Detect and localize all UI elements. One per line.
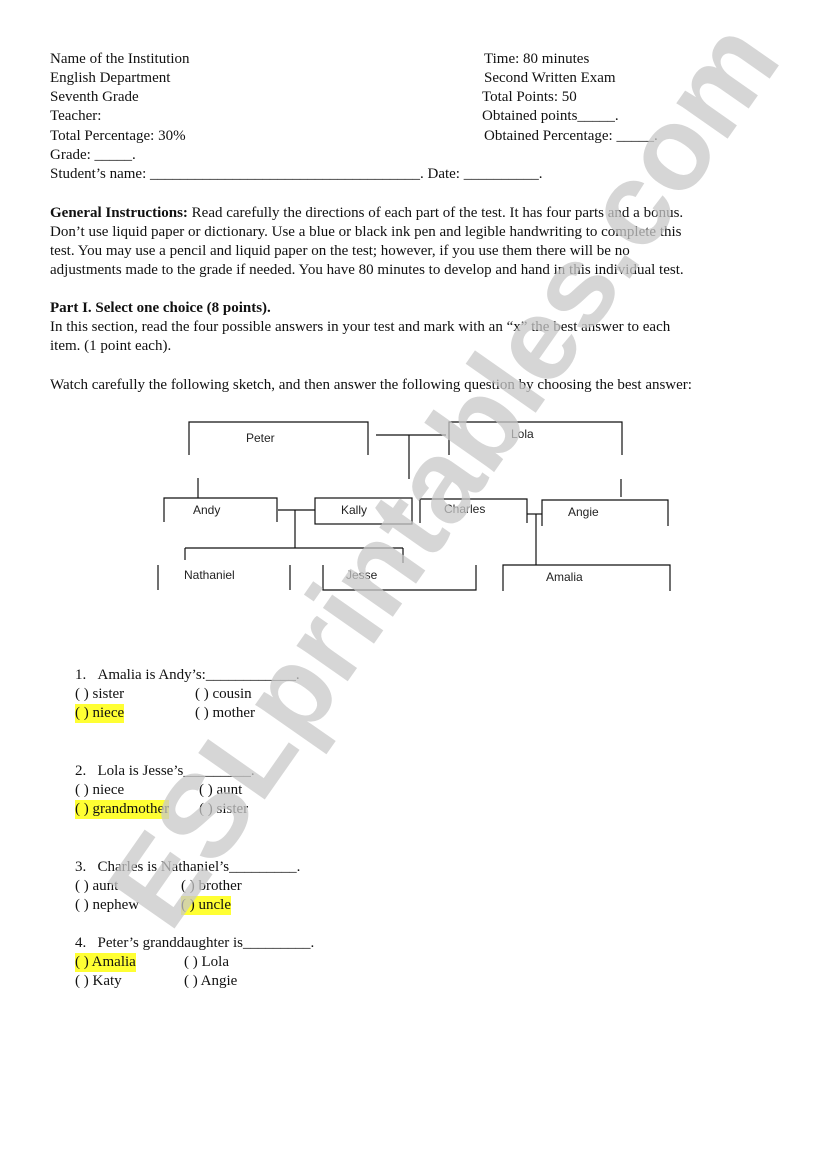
amalia-box [502, 564, 671, 591]
angie-box [541, 499, 669, 526]
tree-label-angie: Angie [568, 505, 599, 519]
tree-label-andy: Andy [193, 503, 220, 517]
q4-option-angie[interactable]: ( ) Angie [184, 972, 237, 991]
q4-option-amalia[interactable]: ( ) Amalia [75, 953, 136, 972]
tree-label-kally: Kally [341, 503, 367, 517]
q2-option-aunt[interactable]: ( ) aunt [199, 781, 242, 800]
q1-option-mother[interactable]: ( ) mother [195, 704, 255, 723]
q3-option-brother[interactable]: ( ) brother [181, 877, 242, 896]
q3-option-uncle[interactable]: ( ) uncle [181, 896, 231, 915]
q1-option-niece[interactable]: ( ) niece [75, 704, 125, 723]
q3-option-aunt[interactable]: ( ) aunt [75, 877, 118, 896]
question-2: 2. Lola is Jesse’s_________. [75, 763, 255, 779]
tree-label-jesse: Jesse [346, 568, 378, 582]
tree-label-charles: Charles [444, 502, 485, 516]
q2-option-grandmother[interactable]: ( ) grandmother [75, 800, 170, 819]
q4-option-lola[interactable]: ( ) Lola [184, 953, 229, 972]
q2-option-sister[interactable]: ( ) sister [199, 800, 248, 819]
peter-box [188, 421, 369, 455]
tree-label-lola: Lola [511, 427, 534, 441]
tree-label-amalia: Amalia [546, 570, 583, 584]
question-4: 4. Peter’s granddaughter is_________. [75, 935, 315, 951]
question-1: 1. Amalia is Andy’s:____________. [75, 667, 300, 683]
q2-option-niece[interactable]: ( ) niece [75, 781, 124, 800]
tree-label-peter: Peter [246, 431, 275, 445]
q3-option-nephew[interactable]: ( ) nephew [75, 896, 139, 915]
q4-option-katy[interactable]: ( ) Katy [75, 972, 122, 991]
tree-label-nathaniel: Nathaniel [184, 568, 235, 582]
question-3: 3. Charles is Nathaniel’s_________. [75, 859, 301, 875]
andy-box [163, 497, 278, 522]
family-tree-diagram: Peter Lola Andy Kally Charles Angie Nath… [157, 421, 671, 591]
q1-option-sister[interactable]: ( ) sister [75, 685, 124, 704]
lola-box [448, 421, 623, 455]
q1-option-cousin[interactable]: ( ) cousin [195, 685, 252, 704]
